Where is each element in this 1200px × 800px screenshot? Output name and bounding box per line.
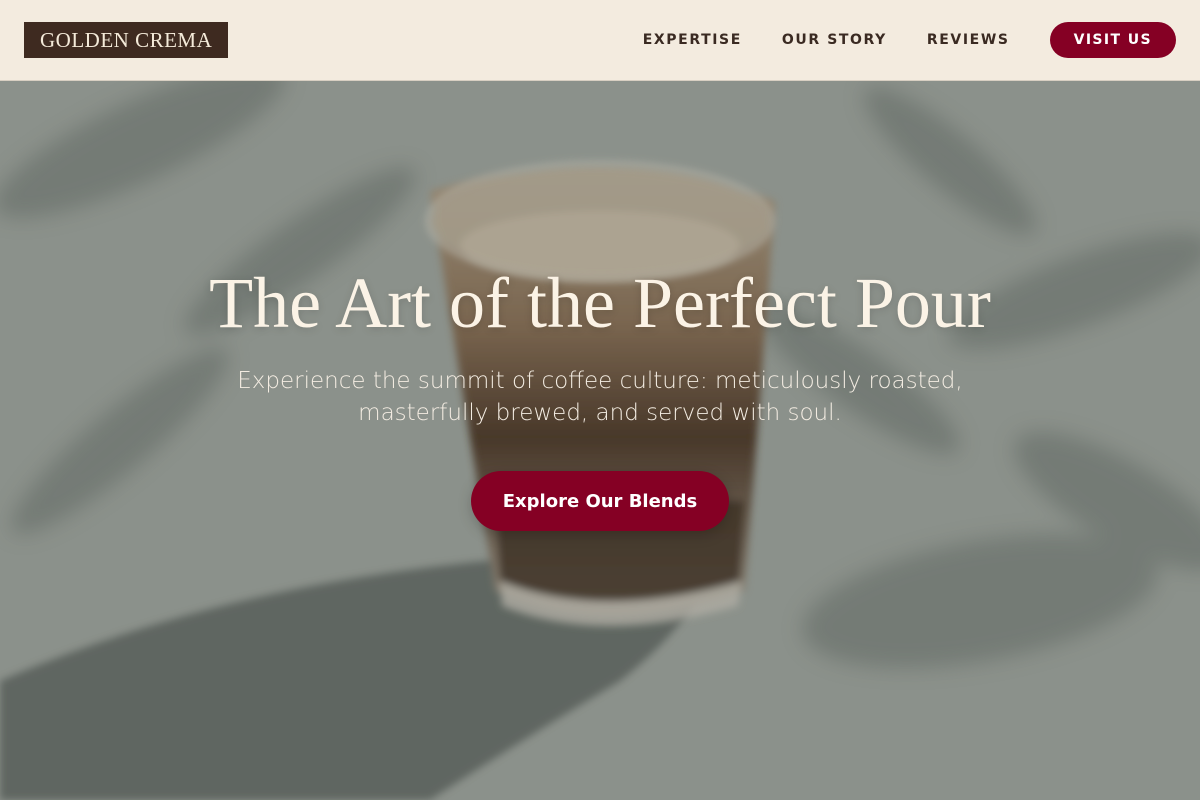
hero-content: The Art of the Perfect Pour Experience t… bbox=[0, 81, 1200, 800]
main-nav: EXPERTISE OUR STORY REVIEWS VISIT US bbox=[643, 22, 1176, 58]
explore-blends-button[interactable]: Explore Our Blends bbox=[471, 471, 729, 531]
nav-link-our-story[interactable]: OUR STORY bbox=[782, 32, 887, 48]
visit-us-button[interactable]: VISIT US bbox=[1049, 22, 1176, 58]
logo[interactable]: GOLDEN CREMA bbox=[24, 22, 229, 58]
site-header: GOLDEN CREMA EXPERTISE OUR STORY REVIEWS… bbox=[0, 0, 1200, 81]
hero-section: The Art of the Perfect Pour Experience t… bbox=[0, 81, 1200, 800]
hero-subtitle: Experience the summit of coffee culture:… bbox=[237, 368, 963, 426]
hero-title: The Art of the Perfect Pour bbox=[209, 263, 991, 343]
nav-link-reviews[interactable]: REVIEWS bbox=[927, 32, 1010, 48]
nav-link-expertise[interactable]: EXPERTISE bbox=[643, 32, 742, 48]
